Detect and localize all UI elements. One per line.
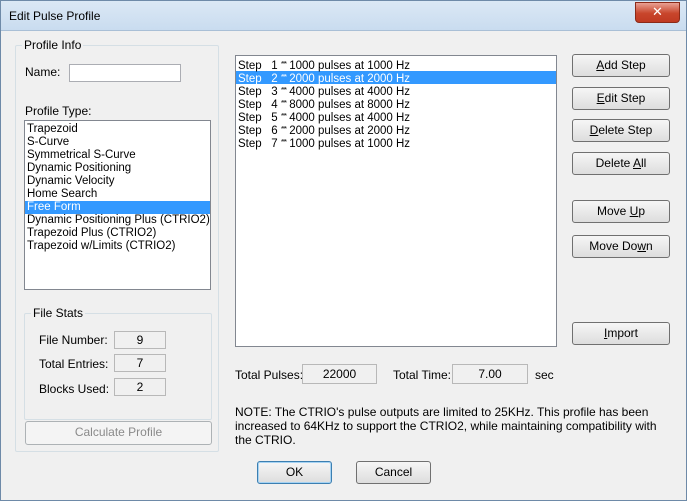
profile-type-label: Profile Type: [25,104,92,118]
calculate-profile-button[interactable]: Calculate Profile [25,421,212,445]
time-unit-label: sec [535,368,554,382]
profile-type-item[interactable]: Dynamic Positioning Plus (CTRIO2) [25,214,210,227]
profile-type-item[interactable]: Free Form [25,201,210,214]
dialog-client: Profile Info Name: Profile Type: Trapezo… [1,31,686,500]
move-up-button[interactable]: Move Up [572,200,670,223]
profile-type-item[interactable]: Trapezoid [25,123,210,136]
file-number-label: File Number: [39,333,108,347]
step-item[interactable]: Step 4 *** 8000 pulses at 8000 Hz [236,97,556,111]
total-entries-value: 7 [114,354,166,372]
title-bar[interactable]: Edit Pulse Profile ✕ [1,1,686,31]
steps-listbox[interactable]: Step 1 *** 1000 pulses at 1000 Hz Step 2 … [235,55,557,347]
total-pulses-label: Total Pulses: [235,368,304,382]
profile-type-listbox[interactable]: Trapezoid S-Curve Symmetrical S-Curve Dynam… [24,120,211,290]
move-down-button[interactable]: Move Down [572,235,670,258]
close-button[interactable]: ✕ [635,2,680,23]
profile-type-item[interactable]: Symmetrical S-Curve [25,149,210,162]
ok-button[interactable]: OK [257,461,332,484]
window-title: Edit Pulse Profile [9,9,101,23]
step-item[interactable]: Step 3 *** 4000 pulses at 4000 Hz [236,84,556,98]
blocks-used-value: 2 [114,378,166,396]
import-button[interactable]: Import [572,322,670,345]
name-label: Name: [25,65,61,79]
step-item[interactable]: Step 5 *** 4000 pulses at 4000 Hz [236,110,556,124]
profile-type-item[interactable]: Trapezoid w/Limits (CTRIO2) [25,240,210,253]
step-text: 1000 pulses at 1000 Hz [286,138,411,150]
profile-type-item[interactable]: Trapezoid Plus (CTRIO2) [25,227,210,240]
step-prefix: Step 7 [238,138,281,150]
edit-step-button[interactable]: Edit Step [572,87,670,110]
delete-all-button[interactable]: Delete All [572,152,670,175]
total-time-value: 7.00 [452,364,528,384]
profile-info-legend: Profile Info [22,38,84,52]
close-icon: ✕ [652,4,663,19]
name-input[interactable] [69,64,181,82]
total-pulses-value: 22000 [302,364,377,384]
file-stats-legend: File Stats [31,306,86,320]
profile-type-item[interactable]: Dynamic Positioning [25,162,210,175]
cancel-button[interactable]: Cancel [356,461,431,484]
profile-type-item[interactable]: Dynamic Velocity [25,175,210,188]
step-item[interactable]: Step 1 *** 1000 pulses at 1000 Hz [236,58,556,72]
edit-pulse-profile-window: Edit Pulse Profile ✕ Profile Info Name: … [0,0,687,501]
file-number-value: 9 [114,331,166,349]
step-item[interactable]: Step 6 *** 2000 pulses at 2000 Hz [236,123,556,137]
step-item[interactable]: Step 2 *** 2000 pulses at 2000 Hz [236,71,556,85]
total-time-label: Total Time: [393,368,452,382]
step-item[interactable]: Step 7 *** 1000 pulses at 1000 Hz [236,136,556,150]
add-step-button[interactable]: Add Step [572,54,670,77]
total-entries-label: Total Entries: [39,357,109,371]
delete-step-button[interactable]: Delete Step [572,119,670,142]
profile-type-item[interactable]: S-Curve [25,136,210,149]
ctrio-note: NOTE: The CTRIO's pulse outputs are limi… [235,405,657,447]
profile-type-item[interactable]: Home Search [25,188,210,201]
blocks-used-label: Blocks Used: [39,382,110,396]
